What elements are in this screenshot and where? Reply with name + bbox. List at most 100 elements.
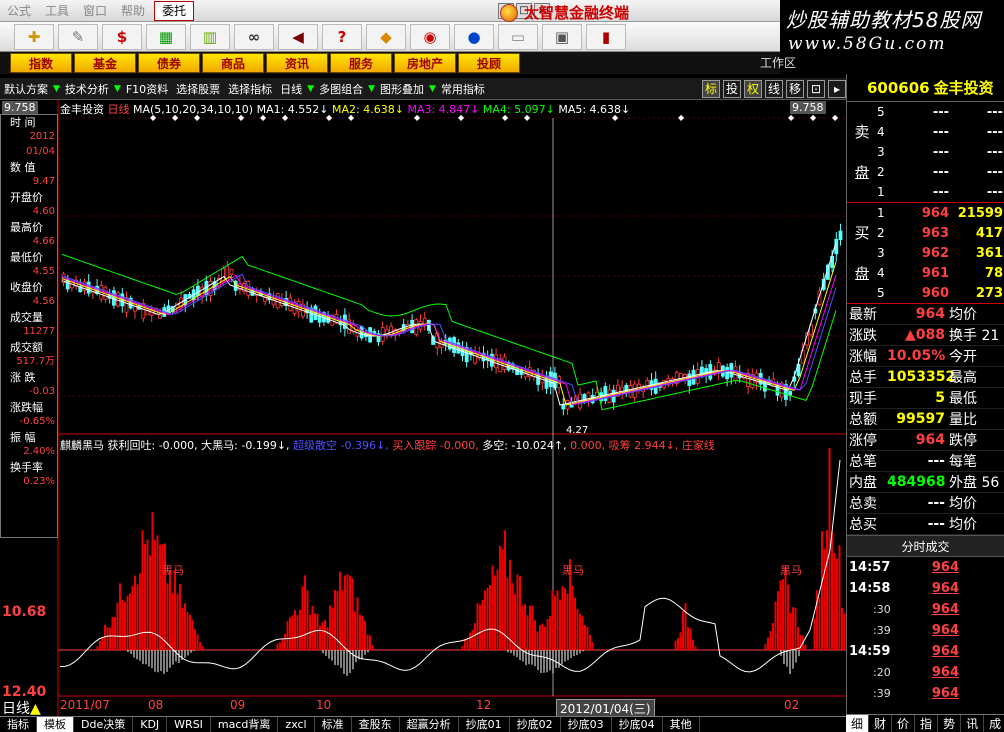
- tick-row[interactable]: :30 964: [847, 599, 1004, 620]
- kline-chart[interactable]: ◆ ◆ ◆ ◆ ◆ ◆ ◆ ◆ ◆ ◆ ◆ ◆ ◆ ◆ ◆ ◆ ◆: [0, 100, 846, 716]
- info-value: 2012: [29, 131, 55, 142]
- category-news[interactable]: 资讯: [266, 53, 328, 73]
- toggle-move[interactable]: 移: [786, 79, 804, 98]
- tick-row[interactable]: 14:59 964: [847, 641, 1004, 662]
- diamond-icon[interactable]: ◆: [366, 23, 406, 50]
- dropdown-arrow-icon[interactable]: ▼: [306, 84, 315, 94]
- dropdown-arrow-icon[interactable]: ▼: [367, 84, 376, 94]
- layout-icon[interactable]: ▣: [542, 23, 582, 50]
- ind-profit: 获利回吐: -0.000,: [107, 439, 198, 452]
- toggle-rights[interactable]: 权: [744, 79, 762, 98]
- tab-select-stock[interactable]: 选择股票: [172, 81, 224, 97]
- toggle-mark[interactable]: 标: [702, 79, 720, 98]
- indicator-tab[interactable]: 抄底04: [612, 716, 663, 732]
- ma-line: [61, 242, 837, 406]
- tick-row[interactable]: :39 964: [847, 683, 1004, 704]
- tick-row[interactable]: :39 964: [847, 620, 1004, 641]
- indicator-tab[interactable]: 标准: [315, 716, 352, 732]
- tab-f10[interactable]: F10资料: [122, 81, 172, 97]
- play-icon[interactable]: ▸: [828, 79, 846, 98]
- quote-tab-bar: 细财价指势讯成: [846, 714, 1004, 732]
- quote-tab[interactable]: 势: [938, 715, 962, 732]
- category-service[interactable]: 服务: [330, 53, 392, 73]
- sell-row[interactable]: 2 --- ---: [877, 162, 1003, 182]
- buy-row[interactable]: 4 961 78: [877, 263, 1003, 283]
- indicator-tab[interactable]: 其他: [663, 716, 700, 732]
- bars-icon[interactable]: ▮: [586, 23, 626, 50]
- buy-row[interactable]: 1 964 21599: [877, 203, 1003, 223]
- indicator-tab[interactable]: WRSI: [167, 716, 211, 732]
- tab-daily[interactable]: 日线: [276, 81, 306, 97]
- money-icon[interactable]: ▦: [146, 23, 186, 50]
- chart-canvas[interactable]: ◆ ◆ ◆ ◆ ◆ ◆ ◆ ◆ ◆ ◆ ◆ ◆ ◆ ◆ ◆ ◆ ◆: [0, 100, 846, 716]
- menu-help[interactable]: 帮助: [114, 0, 152, 22]
- book-icon[interactable]: ▥: [190, 23, 230, 50]
- timeframe-indicator[interactable]: 日线▲: [2, 698, 41, 718]
- buy-row[interactable]: 3 962 361: [877, 243, 1003, 263]
- quote-tab[interactable]: 价: [892, 715, 916, 732]
- target-icon[interactable]: ◉: [410, 23, 450, 50]
- tick-row[interactable]: :20 964: [847, 662, 1004, 683]
- dropdown-arrow-icon[interactable]: ▼: [428, 84, 437, 94]
- tick-row[interactable]: 14:58 964: [847, 578, 1004, 599]
- menu-window[interactable]: 窗口: [76, 0, 114, 22]
- ruler-icon[interactable]: ✎: [58, 23, 98, 50]
- category-index[interactable]: 指数: [10, 53, 72, 73]
- tab-default-scheme[interactable]: 默认方案: [0, 81, 52, 97]
- tab-multi-chart[interactable]: 多图组合: [315, 81, 367, 97]
- quote-tab[interactable]: 财: [869, 715, 893, 732]
- indicator-tab[interactable]: zxcl: [278, 716, 315, 732]
- help-icon[interactable]: ?: [322, 23, 362, 50]
- quote-tab[interactable]: 指: [915, 715, 939, 732]
- indicator-tab[interactable]: 查股东: [352, 716, 400, 732]
- category-fund[interactable]: 基金: [74, 53, 136, 73]
- sell-row[interactable]: 4 --- ---: [877, 122, 1003, 142]
- quote-tab[interactable]: 成: [984, 715, 1004, 732]
- tab-overlay[interactable]: 图形叠加: [376, 81, 428, 97]
- candle-body: [229, 268, 234, 275]
- sell-row[interactable]: 3 --- ---: [877, 142, 1003, 162]
- buy-row[interactable]: 5 960 273: [877, 283, 1003, 303]
- tab-select-indicator[interactable]: 选择指标: [224, 81, 276, 97]
- quote-tab[interactable]: 细: [846, 715, 870, 732]
- tick-time: 14:58: [849, 581, 891, 596]
- menu-tools[interactable]: 工具: [38, 0, 76, 22]
- globe-icon[interactable]: ●: [454, 23, 494, 50]
- category-commodity[interactable]: 商品: [202, 53, 264, 73]
- ma-params: MA(5,10,20,34,10,10): [133, 103, 254, 116]
- indicator-tab[interactable]: 抄底01: [459, 716, 510, 732]
- tick-row[interactable]: 14:57 964: [847, 557, 1004, 578]
- megaphone-icon[interactable]: ◀: [278, 23, 318, 50]
- quote-tab[interactable]: 讯: [961, 715, 985, 732]
- menu-formula[interactable]: 公式: [0, 0, 38, 22]
- category-realestate[interactable]: 房地产: [394, 53, 456, 73]
- indicator-tab[interactable]: KDJ: [133, 716, 168, 732]
- indicator-tab[interactable]: 抄底02: [510, 716, 561, 732]
- tab-tech-analysis[interactable]: 技术分析: [61, 81, 113, 97]
- dollar-icon[interactable]: $: [102, 23, 142, 50]
- toggle-line[interactable]: 线: [765, 79, 783, 98]
- indicator-tab[interactable]: 超赢分析: [400, 716, 459, 732]
- summary-row: 涨跌 ▲088 换手 21: [847, 325, 1004, 346]
- folder-icon[interactable]: ▭: [498, 23, 538, 50]
- indicator-tab[interactable]: 抄底03: [561, 716, 612, 732]
- sell-row[interactable]: 1 --- ---: [877, 182, 1003, 202]
- indicator-tab[interactable]: macd背离: [211, 716, 279, 732]
- dropdown-arrow-icon[interactable]: ▼: [52, 84, 61, 94]
- dropdown-arrow-icon[interactable]: ▼: [113, 84, 122, 94]
- category-advisor[interactable]: 投顾: [458, 53, 520, 73]
- cross-icon[interactable]: ✚: [14, 23, 54, 50]
- buy-row[interactable]: 2 963 417: [877, 223, 1003, 243]
- ticks-title[interactable]: 分时成交: [847, 535, 1004, 557]
- expand-icon[interactable]: ⊡: [807, 79, 825, 98]
- toggle-invest[interactable]: 投: [723, 79, 741, 98]
- indicator-tab[interactable]: Dde决策: [74, 716, 134, 732]
- workarea-label[interactable]: 工作区: [760, 54, 796, 71]
- indicator-tab[interactable]: 模板: [37, 716, 74, 732]
- sell-row[interactable]: 5 --- ---: [877, 102, 1003, 122]
- indicator-tab[interactable]: 指标: [0, 716, 37, 732]
- tab-common-indicator[interactable]: 常用指标: [437, 81, 489, 97]
- category-bond[interactable]: 债券: [138, 53, 200, 73]
- menu-trade[interactable]: 委托: [154, 0, 195, 21]
- binoculars-icon[interactable]: ∞: [234, 23, 274, 50]
